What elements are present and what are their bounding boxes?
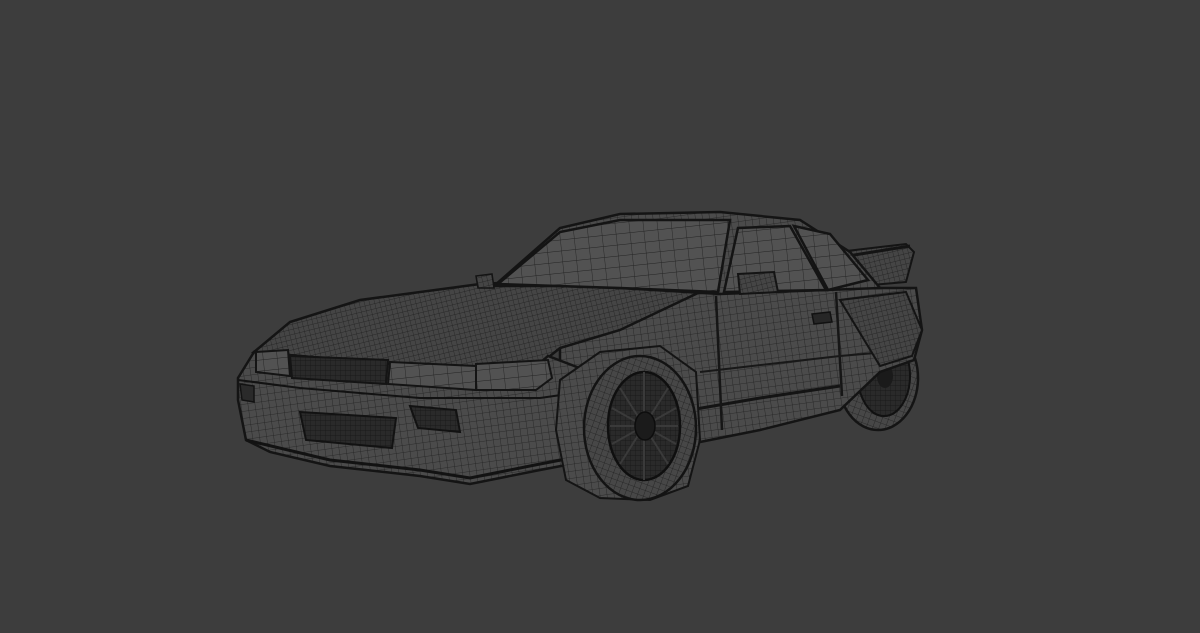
- wireframe-car-render: [236, 210, 924, 502]
- front-wheel: [554, 344, 702, 502]
- car-cabin: [475, 210, 883, 296]
- 3d-viewport[interactable]: [0, 0, 1200, 633]
